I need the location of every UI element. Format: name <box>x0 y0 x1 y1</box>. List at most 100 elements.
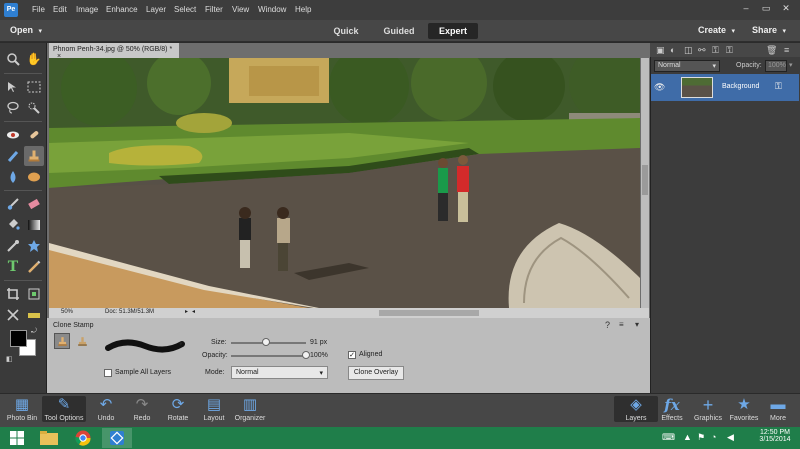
red-eye-icon[interactable] <box>3 125 23 145</box>
menu-enhance[interactable]: Enhance <box>106 5 138 14</box>
menu-image[interactable]: Image <box>76 5 98 14</box>
zoom-tool-icon[interactable] <box>3 49 23 69</box>
close-icon[interactable]: ✕ <box>778 2 794 15</box>
menu-filter[interactable]: Filter <box>205 5 223 14</box>
size-value[interactable]: 91 px <box>310 339 327 346</box>
crop-tool-icon[interactable] <box>3 284 23 304</box>
create-button[interactable]: Create ▾ <box>698 25 735 35</box>
photoshop-elements-taskbar-button[interactable] <box>102 428 132 448</box>
default-colors-icon[interactable]: ◧ <box>6 355 13 363</box>
tool-options-button[interactable]: ✎ Tool Options <box>42 396 86 422</box>
paint-bucket-icon[interactable] <box>3 215 23 235</box>
menu-edit[interactable]: Edit <box>53 5 67 14</box>
menu-file[interactable]: File <box>32 5 45 14</box>
start-button[interactable] <box>2 428 32 448</box>
lasso-tool-icon[interactable] <box>3 98 23 118</box>
custom-shape-icon[interactable] <box>24 236 44 256</box>
share-button[interactable]: Share ▾ <box>752 25 786 35</box>
clone-stamp-icon[interactable] <box>24 146 44 166</box>
marquee-tool-icon[interactable] <box>24 77 44 97</box>
chevron-left-icon[interactable]: ◂ <box>192 308 195 315</box>
clone-stamp-mode-button[interactable] <box>54 333 70 349</box>
new-layer-icon[interactable]: ▣ <box>656 45 665 56</box>
opacity-slider-knob[interactable] <box>302 351 310 359</box>
tab-expert[interactable]: Expert <box>428 23 478 39</box>
menu-layer[interactable]: Layer <box>146 5 166 14</box>
organizer-button[interactable]: ▥ Organizer <box>228 396 272 422</box>
network-icon[interactable]: ▲ <box>683 432 692 442</box>
chevron-down-icon: ▾ <box>319 370 323 377</box>
opacity-slider[interactable] <box>231 355 306 357</box>
spot-healing-icon[interactable] <box>24 125 44 145</box>
clone-overlay-button[interactable]: Clone Overlay <box>348 366 404 380</box>
hand-tool-icon[interactable]: ✋ <box>24 49 44 69</box>
layer-name: Background <box>722 83 760 90</box>
document-tab[interactable]: Phnom Penh-34.jpg @ 50% (RGB/8) * × <box>49 43 179 60</box>
layer-mask-icon[interactable]: ◫ <box>684 45 693 56</box>
chevron-down-icon[interactable]: ▾ <box>789 61 793 69</box>
move-tool-icon[interactable] <box>3 77 23 97</box>
brush-tool-icon[interactable] <box>3 194 23 214</box>
recompose-tool-icon[interactable] <box>24 284 44 304</box>
eraser-tool-icon[interactable] <box>24 194 44 214</box>
straighten-tool-icon[interactable] <box>24 305 44 325</box>
help-icon[interactable]: ? <box>605 320 610 330</box>
menu-window[interactable]: Window <box>258 5 286 14</box>
clock-time: 12:50 PM <box>760 429 790 436</box>
adjustment-layer-icon[interactable]: ◐ <box>670 45 675 55</box>
chrome-button[interactable] <box>68 428 98 448</box>
brush-picker-chevron-icon[interactable]: ▾ <box>179 340 183 348</box>
volume-icon[interactable]: ◀ <box>727 432 734 443</box>
chevron-right-icon[interactable]: ▸ <box>185 308 188 315</box>
action-center-icon[interactable]: ⚑ <box>697 432 705 443</box>
menu-select[interactable]: Select <box>174 5 196 14</box>
sample-all-layers-checkbox[interactable] <box>104 369 112 377</box>
layer-row-background[interactable]: 👁 Background ⚿ <box>651 74 799 101</box>
wifi-icon[interactable]: ◔ <box>711 432 716 442</box>
content-aware-move-icon[interactable] <box>3 305 23 325</box>
zoom-level[interactable]: 50% <box>61 309 73 315</box>
quick-selection-icon[interactable] <box>24 98 44 118</box>
open-button[interactable]: Open ▾ <box>10 25 42 35</box>
photo-bin-button[interactable]: ▦ Photo Bin <box>0 396 44 422</box>
lock-transparency-icon[interactable]: ⚿ <box>726 45 733 56</box>
smart-brush-icon[interactable] <box>3 146 23 166</box>
gradient-tool-icon[interactable] <box>24 215 44 235</box>
menu-help[interactable]: Help <box>295 5 311 14</box>
eyedropper-icon[interactable] <box>3 236 23 256</box>
pattern-stamp-button[interactable] <box>74 333 90 349</box>
size-slider-knob[interactable] <box>261 338 270 346</box>
aligned-checkbox[interactable]: ✓ <box>348 351 356 359</box>
image-canvas[interactable] <box>49 58 640 308</box>
layers-menu-icon[interactable]: ≡ <box>784 45 789 55</box>
swap-colors-icon[interactable]: ⤾ <box>31 328 37 336</box>
layer-lock-icon[interactable]: ⚿ <box>775 81 782 92</box>
lock-all-icon[interactable]: ⚿ <box>712 45 719 56</box>
mode-dropdown[interactable]: Normal ▾ <box>231 366 328 379</box>
tool-options-title: Clone Stamp <box>53 322 94 329</box>
more-button[interactable]: ▬ More <box>756 396 800 422</box>
opacity-value[interactable]: 100% <box>310 352 328 359</box>
menu-view[interactable]: View <box>232 5 249 14</box>
link-layers-icon[interactable]: ⚯ <box>698 45 706 56</box>
brush-preview[interactable] <box>105 336 185 356</box>
blend-mode-dropdown[interactable]: Normal ▾ <box>654 60 720 72</box>
delete-layer-icon[interactable]: 🗑 <box>766 45 777 56</box>
tab-guided[interactable]: Guided <box>376 23 422 39</box>
layer-opacity-field[interactable]: 100% <box>765 60 787 72</box>
type-tool-icon[interactable]: T <box>3 257 23 277</box>
vertical-scroll-thumb[interactable] <box>642 165 648 195</box>
sponge-tool-icon[interactable] <box>24 167 44 187</box>
horizontal-scroll-thumb[interactable] <box>379 310 479 316</box>
pencil-tool-icon[interactable] <box>24 257 44 277</box>
collapse-icon[interactable]: ▾ <box>635 320 639 329</box>
file-explorer-button[interactable] <box>34 428 64 448</box>
panel-menu-icon[interactable]: ≡ <box>619 320 624 329</box>
blur-tool-icon[interactable] <box>3 167 23 187</box>
taskbar-clock[interactable]: 12:50 PM 3/15/2014 <box>752 429 798 443</box>
keyboard-icon[interactable]: ⌨ <box>662 432 675 443</box>
visibility-eye-icon[interactable]: 👁 <box>654 82 665 93</box>
tab-quick[interactable]: Quick <box>326 23 366 39</box>
minimize-icon[interactable]: – <box>738 2 754 15</box>
restore-icon[interactable]: ▭ <box>758 2 774 15</box>
